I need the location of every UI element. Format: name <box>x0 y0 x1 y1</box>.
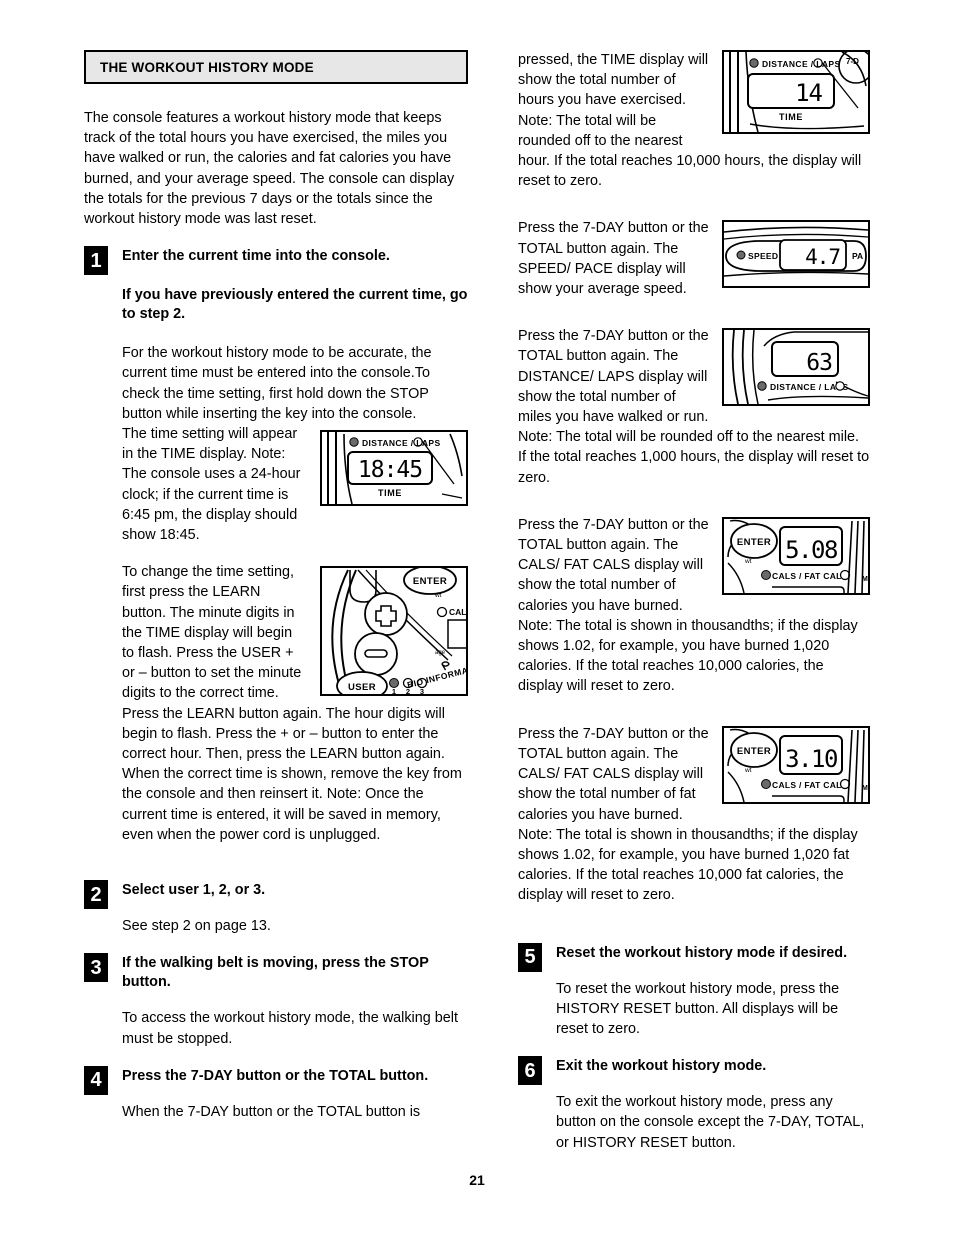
step-1-paragraph-1: For the workout history mode to be accur… <box>122 345 432 422</box>
step-5-body: To reset the workout history mode, press… <box>556 979 870 1040</box>
step-1-subtitle-wrap: If you have previously entered the curre… <box>122 285 468 324</box>
page-number: 21 <box>469 1172 485 1188</box>
figure-label-distance-laps-2: DISTANCE / LAPS <box>762 59 841 69</box>
figure-label-wt: wt <box>434 592 442 599</box>
step-5: 5 Reset the workout history mode if desi… <box>518 942 870 1040</box>
step-5-title: Reset the workout history mode if desire… <box>556 944 848 961</box>
step-6: 6 Exit the workout history mode. To exit… <box>518 1056 870 1153</box>
step-3-paragraph-1: To access the workout history mode, the … <box>122 1010 458 1047</box>
step-6-title: Exit the workout history mode. <box>556 1058 767 1075</box>
cals-508-drawing: ENTER wt 5.08 CALS / FAT CALS M <box>727 519 868 593</box>
figure-time-display-1845: DISTANCE / LAPS 18:45 TIME <box>320 430 468 507</box>
figure-label-cals-fatcals-2: CALS / FAT CALS <box>772 780 848 790</box>
figure-label-speed: SPEED <box>748 251 778 261</box>
fatcals-310-drawing: ENTER wt 3.10 CALS / FAT CALS M <box>727 728 868 802</box>
step-1-body: For the workout history mode to be accur… <box>122 343 468 862</box>
time-14-drawing: DISTANCE / LAPS 7-D 14 TIME <box>729 52 868 132</box>
step-2-title: Select user 1, 2, or 3. <box>122 882 266 899</box>
left-column: THE WORKOUT HISTORY MODE The console fea… <box>84 50 468 1139</box>
figure-label-cals-fatcals: CALS / FAT CALS <box>772 571 848 581</box>
button-panel-drawing: ENTER USER 1 2 3 wt CAL age BIO INFORMAT <box>331 568 466 695</box>
step-1-title: Enter the current time into the console. <box>122 248 390 265</box>
step-5-paragraph-1: To reset the workout history mode, press… <box>556 980 840 1037</box>
figure-label-wt-2: wt <box>744 558 752 565</box>
step-3-body: To access the workout history mode, the … <box>122 1008 468 1048</box>
figure-value-508: 5.08 <box>785 536 837 564</box>
figure-label-edge-m: M <box>862 576 868 583</box>
figure-label-7day: 7-D <box>846 57 859 66</box>
figure-label-enter-3: ENTER <box>737 746 771 757</box>
figure-value-63: 63 <box>806 350 832 376</box>
manual-page: THE WORKOUT HISTORY MODE The console fea… <box>0 0 954 1235</box>
figure-label-time: TIME <box>378 488 402 498</box>
step-4-number: 4 <box>84 1065 108 1095</box>
figure-label-indicator-3: 3 <box>420 687 424 694</box>
step-1: 1 Enter the current time into the consol… <box>84 246 468 276</box>
figure-label-time-2: TIME <box>779 112 803 122</box>
figure-label-enter: ENTER <box>413 576 447 587</box>
figure-time-display-14: DISTANCE / LAPS 7-D 14 TIME <box>722 50 870 134</box>
step-2-body: See step 2 on page 13. <box>122 916 468 936</box>
figure-label-indicator-1: 1 <box>392 687 396 694</box>
step-4-figure-block-3: 63 DISTANCE / LAPS Press the 7-DAY butto… <box>518 326 870 505</box>
step-4-title: Press the 7-DAY button or the TOTAL butt… <box>122 1067 429 1084</box>
figure-button-panel: ENTER USER 1 2 3 wt CAL age BIO INFORMAT <box>320 566 468 697</box>
figure-value-14: 14 <box>795 79 822 107</box>
figure-label-pace: PA <box>852 251 863 261</box>
figure-value-310: 3.10 <box>785 745 837 773</box>
step-6-paragraph-1: To exit the workout history mode, press … <box>556 1094 865 1151</box>
step-2-paragraph-1: See step 2 on page 13. <box>122 918 271 935</box>
step-1-number: 1 <box>84 246 108 276</box>
step-6-number: 6 <box>518 1056 542 1086</box>
step-4-figure-block-1: DISTANCE / LAPS 7-D 14 TIME pressed, the… <box>518 50 870 208</box>
step-4-figure-block-2: SPEED 4.7 PA Press the 7-DAY button or t… <box>518 218 870 316</box>
distance-63-drawing: 63 DISTANCE / LAPS <box>731 330 868 405</box>
figure-label-enter-2: ENTER <box>737 537 771 548</box>
step-4-figure-block-4: ENTER wt 5.08 CALS / FAT CALS M Press th… <box>518 515 870 714</box>
step-1-figure-block-1: DISTANCE / LAPS 18:45 TIME The time sett… <box>122 424 468 562</box>
figure-label-edge-m-2: M <box>862 785 868 792</box>
step-4-body: When the 7-DAY button or the TOTAL butto… <box>122 1102 468 1122</box>
step-2: 2 Select user 1, 2, or 3. See step 2 on … <box>84 880 468 936</box>
figure-cals-display-508: ENTER wt 5.08 CALS / FAT CALS M <box>722 516 870 595</box>
section-header: THE WORKOUT HISTORY MODE <box>84 50 468 84</box>
figure-label-bio-information: BIO INFORMAT <box>406 664 466 690</box>
time-1845-drawing: DISTANCE / LAPS 18:45 TIME <box>327 432 463 505</box>
figure-label-distance-laps: DISTANCE / LAPS <box>362 438 441 448</box>
minus-icon <box>364 649 388 659</box>
step-4: 4 Press the 7-DAY button or the TOTAL bu… <box>84 1065 468 1122</box>
figure-distance-display-63: 63 DISTANCE / LAPS <box>722 328 870 407</box>
figure-value-47: 4.7 <box>805 245 840 269</box>
figure-label-wt-3: wt <box>744 767 752 774</box>
figure-fatcals-display-310: ENTER wt 3.10 CALS / FAT CALS M <box>722 725 870 804</box>
step-5-number: 5 <box>518 942 542 972</box>
speed-47-drawing: SPEED 4.7 PA <box>724 227 868 278</box>
intro-paragraph: The console features a workout history m… <box>84 110 455 228</box>
right-column: DISTANCE / LAPS 7-D 14 TIME pressed, the… <box>518 50 870 1170</box>
figure-label-age: age <box>435 650 446 656</box>
figure-speed-display-47: SPEED 4.7 PA <box>722 220 870 289</box>
step-4-figure-block-5: ENTER wt 3.10 CALS / FAT CALS M Press th… <box>518 724 870 923</box>
figure-label-user: USER <box>348 682 376 693</box>
figure-label-cals: CALS <box>449 607 466 617</box>
step-3: 3 If the walking belt is moving, press t… <box>84 953 468 1048</box>
step-1-subtitle: If you have previously entered the curre… <box>122 287 468 323</box>
step-3-number: 3 <box>84 953 108 983</box>
step-1-figure-block-2: ENTER USER 1 2 3 wt CAL age BIO INFORMAT… <box>122 562 468 862</box>
step-4-paragraph-1: When the 7-DAY button or the TOTAL butto… <box>122 1103 421 1120</box>
figure-value-1845: 18:45 <box>358 457 422 483</box>
step-3-title: If the walking belt is moving, press the… <box>122 955 429 991</box>
step-6-body: To exit the workout history mode, press … <box>556 1092 870 1153</box>
section-header-title: THE WORKOUT HISTORY MODE <box>100 59 314 75</box>
step-2-number: 2 <box>84 880 108 910</box>
